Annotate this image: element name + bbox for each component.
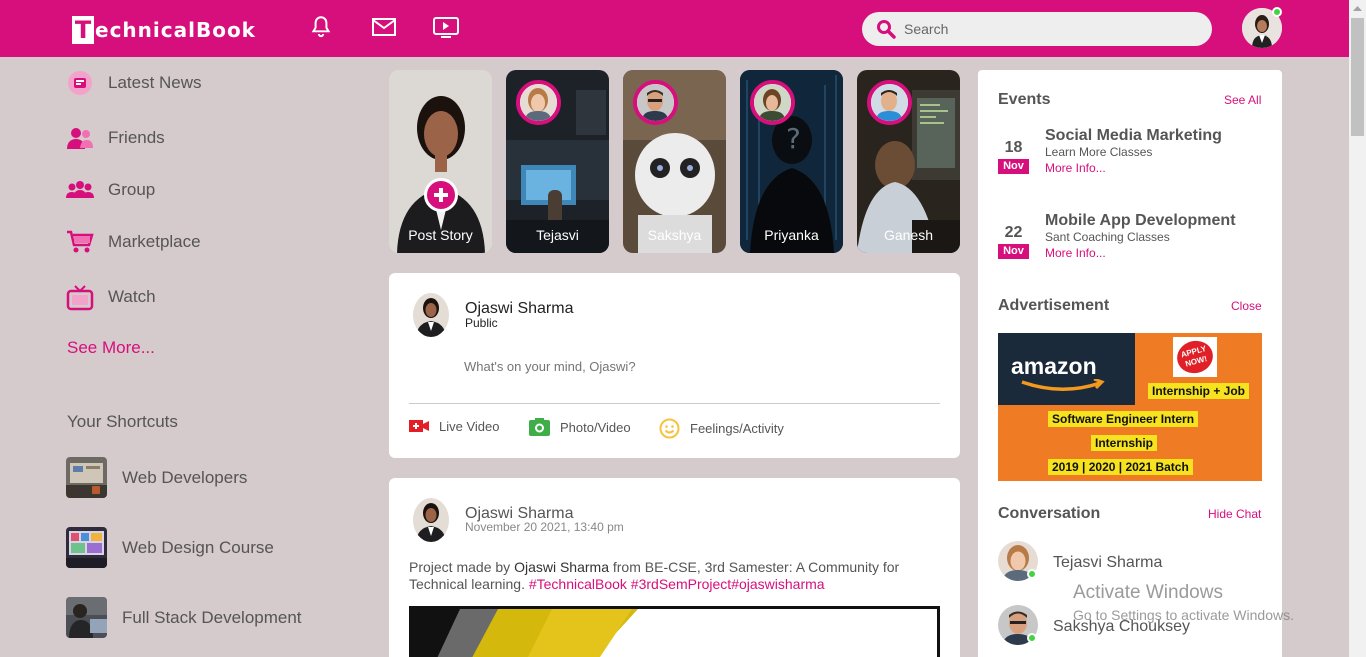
shortcut-label: Web Design Course [122, 537, 274, 557]
event-subtitle: Sant Coaching Classes [1045, 230, 1170, 244]
conversation-heading: Conversation [998, 505, 1101, 522]
news-icon [66, 69, 94, 97]
logo-letter: T [72, 16, 94, 44]
sidebar-item-label: Marketplace [108, 232, 201, 251]
story-name: Sakshya [647, 227, 702, 243]
shortcuts-heading: Your Shortcuts [67, 412, 178, 431]
page-scrollbar[interactable] [1349, 0, 1366, 657]
story-card-tejasvi[interactable]: Tejasvi [506, 70, 609, 253]
contact-name[interactable]: Tejasvi Sharma [1053, 554, 1162, 572]
shortcut-thumbnail [66, 597, 107, 638]
event-subtitle: Learn More Classes [1045, 145, 1153, 159]
ad-line-2: Software Engineer Intern [1048, 411, 1199, 427]
sidebar-item-friends[interactable]: Friends [66, 123, 165, 153]
story-card-ganesh[interactable]: Ganesh [857, 70, 960, 253]
add-story-button[interactable] [424, 178, 458, 212]
bell-icon[interactable] [308, 14, 336, 42]
advertisement-heading: Advertisement [998, 297, 1110, 314]
post-timestamp: November 20 2021, 13:40 pm [465, 520, 624, 534]
shortcut-thumbnail [66, 457, 107, 498]
event-date: 18 Nov [998, 139, 1029, 174]
group-icon [66, 176, 94, 204]
post-mention[interactable]: Ojaswi Sharma [514, 559, 609, 575]
composer-avatar [413, 293, 449, 337]
story-name: Post Story [408, 227, 473, 243]
event-date: 22 Nov [998, 224, 1029, 259]
story-card-post[interactable]: Post Story [389, 70, 492, 253]
smiley-icon [659, 418, 680, 439]
online-status-dot [1272, 7, 1282, 17]
search-icon [877, 20, 896, 39]
shortcut-thumbnail [66, 527, 107, 568]
story-name: Priyanka [764, 227, 819, 243]
shortcut-label: Full Stack Development [122, 607, 302, 627]
post-hashtags[interactable]: #TechnicalBook #3rdSemProject#ojaswishar… [529, 576, 825, 592]
story-avatar [750, 80, 795, 125]
story-avatar [633, 80, 678, 125]
app-logo[interactable]: T echnicalBook [72, 15, 256, 45]
search-box[interactable] [862, 12, 1212, 46]
story-card-priyanka[interactable]: ? Priyanka [740, 70, 843, 253]
hide-chat-link[interactable]: Hide Chat [1208, 507, 1261, 521]
svg-text:?: ? [786, 122, 801, 155]
event-title[interactable]: Mobile App Development [1045, 212, 1236, 230]
story-image [389, 70, 492, 253]
event-more-info-link[interactable]: More Info... [1045, 161, 1106, 175]
event-more-info-link[interactable]: More Info... [1045, 246, 1106, 260]
composer-divider [409, 403, 940, 404]
mail-icon[interactable] [370, 14, 398, 42]
contact-name[interactable]: Sakshya Chouksey [1053, 618, 1190, 636]
story-card-sakshya[interactable]: Sakshya [623, 70, 726, 253]
see-more-link[interactable]: See More... [67, 338, 155, 358]
ad-brand-logo: amazon [1011, 353, 1097, 379]
story-avatar [867, 80, 912, 125]
scrollbar-thumb[interactable] [1351, 18, 1364, 136]
live-video-icon [409, 420, 429, 432]
friends-icon [66, 124, 94, 152]
sidebar-item-marketplace[interactable]: Marketplace [66, 227, 201, 257]
cart-icon [66, 228, 94, 256]
sidebar-item-group[interactable]: Group [66, 175, 155, 205]
shortcut-web-developers[interactable]: Web Developers [66, 457, 247, 498]
logo-text: echnicalBook [95, 18, 256, 42]
sidebar-item-latest-news[interactable]: Latest News [66, 68, 202, 98]
story-name: Tejasvi [536, 227, 579, 243]
amazon-smile-icon [1021, 379, 1105, 391]
photo-video-button[interactable]: Photo/Video [529, 418, 631, 436]
contact-online-dot [1027, 569, 1037, 579]
tv-icon [66, 283, 94, 311]
plus-icon [434, 188, 448, 202]
ad-banner[interactable]: amazon APPLY NOW! Internship + Job Softw… [998, 333, 1262, 481]
ad-line-1: Internship + Job [1148, 383, 1250, 399]
post-author-avatar [413, 498, 449, 542]
shortcut-full-stack-development[interactable]: Full Stack Development [66, 597, 302, 638]
video-icon[interactable] [432, 14, 460, 42]
ad-line-3: Internship [1091, 435, 1158, 451]
live-video-button[interactable]: Live Video [409, 418, 499, 434]
sidebar-item-label: Friends [108, 128, 165, 147]
events-heading: Events [998, 91, 1051, 108]
shortcut-label: Web Developers [122, 467, 248, 487]
post-input[interactable] [464, 356, 934, 376]
top-navbar: T echnicalBook [0, 0, 1349, 57]
contact-online-dot [1027, 633, 1037, 643]
close-ad-link[interactable]: Close [1231, 299, 1262, 313]
sidebar-item-label: Watch [108, 287, 156, 306]
shortcut-web-design-course[interactable]: Web Design Course [66, 527, 274, 568]
story-avatar [516, 80, 561, 125]
photo-icon [529, 418, 550, 436]
story-name: Ganesh [883, 227, 934, 243]
sidebar-item-watch[interactable]: Watch [66, 282, 156, 312]
feelings-activity-button[interactable]: Feelings/Activity [659, 418, 784, 439]
scroll-up-arrow-icon[interactable] [1353, 5, 1362, 11]
see-all-events-link[interactable]: See All [1224, 93, 1261, 107]
ad-line-4: 2019 | 2020 | 2021 Batch [1048, 459, 1193, 475]
privacy-label[interactable]: Public [465, 316, 498, 330]
sidebar-item-label: Group [108, 180, 156, 199]
post-image[interactable] [409, 606, 940, 657]
post-text: Project made by Ojaswi Sharma from BE-CS… [409, 559, 900, 592]
sidebar-item-label: Latest News [108, 73, 202, 92]
event-title[interactable]: Social Media Marketing [1045, 127, 1222, 145]
search-input[interactable] [904, 19, 1194, 39]
